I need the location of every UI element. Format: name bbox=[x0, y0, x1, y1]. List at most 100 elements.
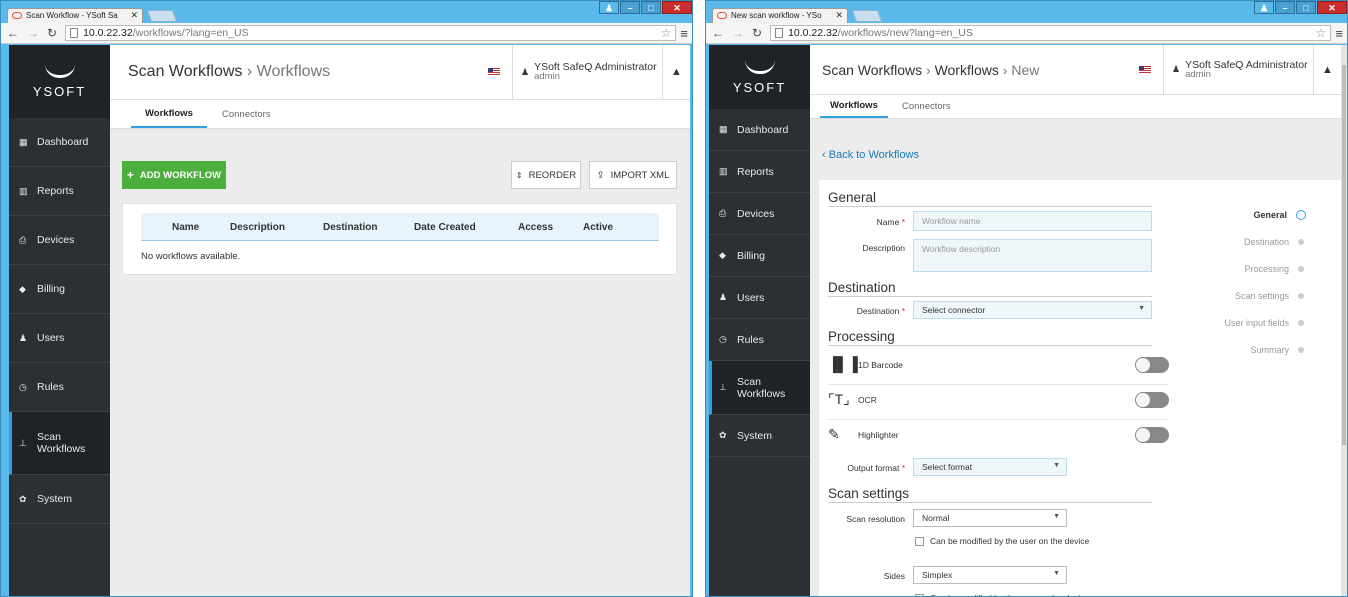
sidebar-item-system[interactable]: ✿ System bbox=[9, 475, 110, 524]
step-general[interactable]: General bbox=[1253, 210, 1307, 220]
notification-bell-icon[interactable]: ▲ bbox=[662, 45, 690, 99]
address-bar[interactable]: 10.0.22.32 /workflows/new?lang=en_US ☆ bbox=[770, 25, 1332, 41]
back-arrow-icon[interactable]: ← bbox=[712, 26, 724, 40]
reload-icon[interactable]: ↻ bbox=[47, 26, 57, 40]
logo-mark-icon bbox=[744, 60, 775, 74]
minimize-button[interactable]: – bbox=[620, 1, 640, 14]
tab-workflows[interactable]: Workflows bbox=[820, 95, 888, 118]
browser-tab[interactable]: Scan Workflow - YSoft Sa ✕ bbox=[7, 8, 143, 23]
sidebar-item-billing[interactable]: ◆ Billing bbox=[709, 235, 810, 277]
breadcrumb-scan-workflows[interactable]: Scan Workflows bbox=[822, 62, 922, 78]
step-dot-icon bbox=[1298, 293, 1304, 299]
breadcrumb-separator: › bbox=[246, 63, 253, 80]
tab-connectors[interactable]: Connectors bbox=[208, 100, 285, 128]
sidebar-item-devices[interactable]: ⎙ Devices bbox=[9, 216, 110, 265]
sidebar-item-dashboard[interactable]: ▦ Dashboard bbox=[9, 118, 110, 167]
maximize-button[interactable]: □ bbox=[641, 1, 661, 14]
forward-arrow-icon[interactable]: → bbox=[27, 26, 39, 40]
sidebar-item-label: Rules bbox=[37, 381, 64, 393]
notification-bell-icon[interactable]: ▲ bbox=[1313, 45, 1341, 94]
user-icon: ♟ bbox=[1172, 64, 1181, 74]
sidebar-item-billing[interactable]: ◆ Billing bbox=[9, 265, 110, 314]
back-to-workflows-link[interactable]: ‹ Back to Workflows bbox=[822, 149, 919, 161]
sidebar-item-rules[interactable]: ◷ Rules bbox=[709, 319, 810, 361]
new-tab-button[interactable] bbox=[146, 10, 178, 22]
close-tab-icon[interactable]: ✕ bbox=[835, 9, 843, 22]
reload-icon[interactable]: ↻ bbox=[752, 26, 762, 40]
tab-connectors[interactable]: Connectors bbox=[892, 95, 961, 118]
step-scan-settings[interactable]: Scan settings bbox=[1235, 291, 1307, 301]
destination-select[interactable]: Select connector ▼ bbox=[913, 301, 1152, 319]
import-xml-button[interactable]: ⇪ IMPORT XML bbox=[589, 161, 677, 189]
barcode-toggle[interactable] bbox=[1135, 357, 1169, 373]
ysoft-logo[interactable]: YSOFT bbox=[9, 45, 110, 118]
browser-tab[interactable]: New scan workflow - YSo ✕ bbox=[712, 8, 848, 23]
resolution-modifiable-checkbox[interactable]: Can be modified by the user on the devic… bbox=[915, 536, 1089, 546]
browser-menu-icon[interactable]: ≡ bbox=[1335, 26, 1343, 41]
scrollbar-thumb[interactable] bbox=[1342, 65, 1346, 445]
column-description[interactable]: Description bbox=[230, 222, 285, 233]
column-destination[interactable]: Destination bbox=[323, 222, 377, 233]
back-arrow-icon[interactable]: ← bbox=[7, 26, 19, 40]
scan-resolution-select[interactable]: Normal ▼ bbox=[913, 509, 1067, 527]
sidebar-item-label: System bbox=[37, 493, 73, 505]
ocr-toggle[interactable] bbox=[1135, 392, 1169, 408]
step-user-input-fields[interactable]: User input fields bbox=[1224, 318, 1307, 328]
tab-workflows[interactable]: Workflows bbox=[131, 100, 207, 128]
output-format-select[interactable]: Select format ▼ bbox=[913, 458, 1067, 476]
output-format-select-value: Select format bbox=[922, 462, 973, 472]
minimize-button[interactable]: – bbox=[1275, 1, 1295, 14]
breadcrumb-workflows[interactable]: Workflows bbox=[935, 62, 999, 78]
sidebar-item-dashboard[interactable]: ▦ Dashboard bbox=[709, 109, 810, 151]
column-active[interactable]: Active bbox=[583, 222, 613, 233]
reorder-button[interactable]: ⇕ REORDER bbox=[511, 161, 581, 189]
sides-select[interactable]: Simplex ▼ bbox=[913, 566, 1067, 584]
new-tab-button[interactable] bbox=[851, 10, 883, 22]
sidebar-item-scan-workflows[interactable]: ⊥ Scan Workflows bbox=[9, 412, 110, 475]
sidebar-item-users[interactable]: ♟ Users bbox=[709, 277, 810, 319]
sidebar-item-reports[interactable]: ▥ Reports bbox=[709, 151, 810, 193]
sidebar-item-users[interactable]: ♟ Users bbox=[9, 314, 110, 363]
breadcrumb-scan-workflows[interactable]: Scan Workflows bbox=[128, 63, 242, 80]
browser-menu-icon[interactable]: ≡ bbox=[680, 26, 688, 41]
maximize-button[interactable]: □ bbox=[1296, 1, 1316, 14]
close-window-button[interactable]: ✕ bbox=[1317, 1, 1347, 14]
user-menu[interactable]: ♟ YSoft SafeQ Administrator admin bbox=[1163, 45, 1313, 94]
sidebar-item-label: Dashboard bbox=[737, 123, 789, 136]
ysoft-logo[interactable]: YSOFT bbox=[709, 45, 810, 109]
user-profile-icon[interactable]: ♟ bbox=[599, 1, 619, 14]
sidebar-item-devices[interactable]: ⎙ Devices bbox=[709, 193, 810, 235]
workflow-name-input[interactable]: Workflow name bbox=[913, 211, 1152, 231]
address-bar[interactable]: 10.0.22.32 /workflows/?lang=en_US ☆ bbox=[65, 25, 677, 41]
us-flag-icon[interactable] bbox=[1139, 65, 1151, 74]
step-summary[interactable]: Summary bbox=[1250, 345, 1307, 355]
logo-text: YSOFT bbox=[732, 79, 787, 95]
sidebar-item-scan-workflows[interactable]: ⊥ Scan Workflows bbox=[709, 361, 810, 415]
add-workflow-button[interactable]: + ADD WORKFLOW bbox=[122, 161, 226, 189]
column-name[interactable]: Name bbox=[172, 222, 199, 233]
user-profile-icon[interactable]: ♟ bbox=[1254, 1, 1274, 14]
sidebar-item-system[interactable]: ✿ System bbox=[709, 415, 810, 457]
highlighter-toggle[interactable] bbox=[1135, 427, 1169, 443]
page-scrollbar[interactable] bbox=[1341, 45, 1347, 596]
forward-arrow-icon[interactable]: → bbox=[732, 26, 744, 40]
sides-modifiable-checkbox[interactable]: Can be modified by the user on the devic… bbox=[915, 593, 1089, 596]
close-tab-icon[interactable]: ✕ bbox=[130, 9, 138, 22]
workflow-description-textarea[interactable]: Workflow description bbox=[913, 239, 1152, 272]
checkbox-box bbox=[915, 593, 924, 596]
form-steps-nav: General Destination Processing Scan sett… bbox=[1189, 210, 1307, 390]
user-menu[interactable]: ♟ YSoft SafeQ Administrator admin bbox=[512, 45, 662, 99]
sidebar-item-rules[interactable]: ◷ Rules bbox=[9, 363, 110, 412]
sub-tabs: Workflows Connectors bbox=[810, 95, 1341, 119]
bookmark-star-icon[interactable]: ☆ bbox=[661, 26, 672, 40]
dropdown-caret-icon: ▼ bbox=[1053, 570, 1060, 577]
breadcrumb: Scan Workflows › Workflows bbox=[128, 63, 488, 81]
column-date-created[interactable]: Date Created bbox=[414, 222, 476, 233]
sidebar-item-reports[interactable]: ▥ Reports bbox=[9, 167, 110, 216]
column-access[interactable]: Access bbox=[518, 222, 553, 233]
us-flag-icon[interactable] bbox=[488, 68, 500, 76]
step-destination[interactable]: Destination bbox=[1244, 237, 1307, 247]
bookmark-star-icon[interactable]: ☆ bbox=[1316, 26, 1327, 40]
close-window-button[interactable]: ✕ bbox=[662, 1, 692, 14]
step-processing[interactable]: Processing bbox=[1244, 264, 1307, 274]
